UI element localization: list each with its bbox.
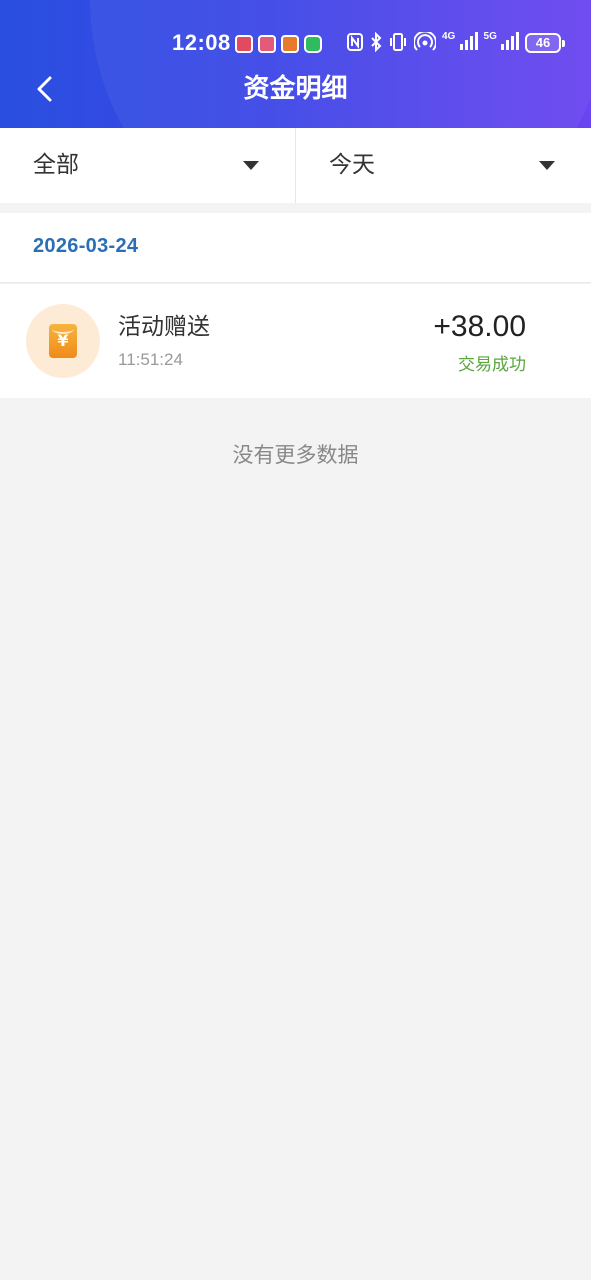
transaction-icon-badge: ¥	[26, 304, 100, 378]
type-filter-dropdown[interactable]: 全部	[0, 128, 295, 203]
transaction-row[interactable]: ¥ 活动赠送 11:51:24 +38.00 交易成功	[0, 284, 591, 398]
book-app-icon	[258, 35, 276, 53]
transaction-status: 交易成功	[458, 355, 526, 375]
status-bar: 12:08 4G 5G 46	[0, 26, 591, 62]
date-filter-dropdown[interactable]: 今天	[295, 128, 591, 203]
red-envelope-yuan-icon: ¥	[49, 324, 77, 358]
date-filter-label: 今天	[329, 152, 375, 178]
bluetooth-icon	[370, 31, 382, 54]
filter-bar: 全部 今天	[0, 128, 591, 203]
app-header: 12:08 4G 5G 46 资金明细	[0, 0, 591, 128]
wechat-icon	[304, 35, 322, 53]
network-5g-label: 5G	[483, 31, 497, 42]
no-more-data-text: 没有更多数据	[232, 443, 359, 467]
type-filter-label: 全部	[33, 152, 79, 178]
system-icons: 4G 5G 46	[346, 30, 566, 54]
header-decoration	[90, 0, 591, 128]
status-time: 12:08	[172, 30, 231, 55]
nfc-icon	[346, 32, 364, 54]
caret-down-icon	[539, 161, 555, 170]
network-4g-label: 4G	[442, 31, 456, 42]
caret-down-icon	[243, 161, 259, 170]
date-group-header: 2026-03-24	[0, 213, 591, 283]
transaction-title: 活动赠送	[118, 314, 210, 340]
signal-4g-icon: 4G	[442, 32, 478, 54]
video-app-icon	[281, 35, 299, 53]
hotspot-icon	[413, 30, 437, 54]
notification-icons	[235, 35, 322, 53]
book-app-icon	[235, 35, 253, 53]
date-group-label: 2026-03-24	[33, 235, 139, 257]
transaction-time: 11:51:24	[118, 350, 183, 369]
signal-5g-icon: 5G	[484, 32, 520, 54]
battery-indicator: 46	[525, 33, 566, 53]
transaction-amount: +38.00	[433, 310, 526, 343]
page-title: 资金明细	[243, 74, 348, 104]
vibrate-icon	[388, 32, 408, 54]
